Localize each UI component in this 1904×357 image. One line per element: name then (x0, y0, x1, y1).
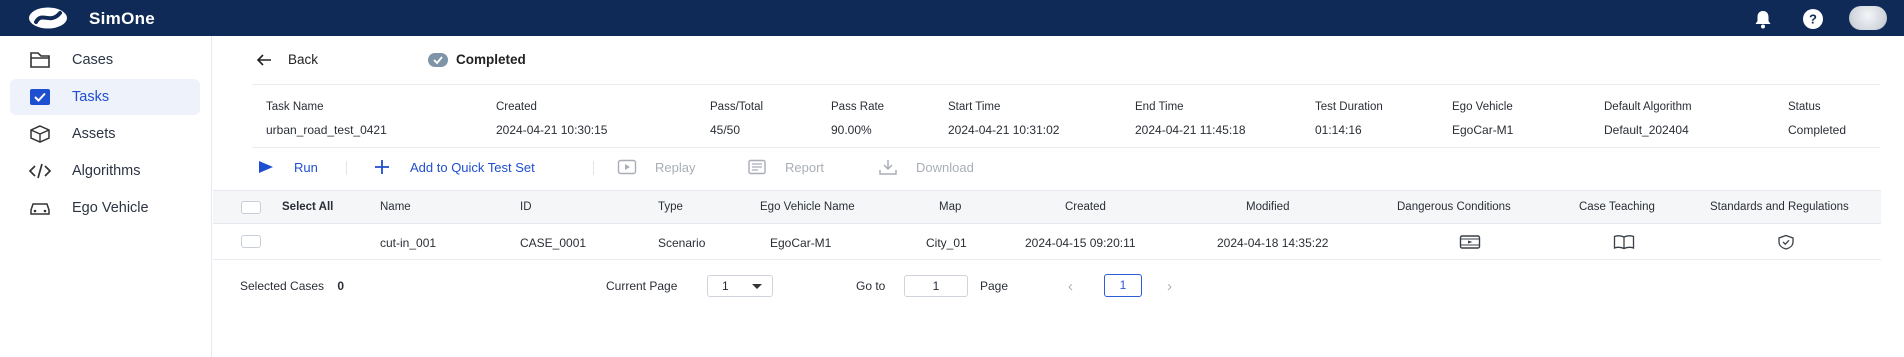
col-name: Name (380, 201, 411, 213)
col-type: Type (658, 201, 683, 213)
col-ego-vehicle-name: Ego Vehicle Name (760, 201, 855, 213)
toolbar-separator (593, 161, 594, 175)
current-page-select[interactable]: 1 (707, 275, 773, 297)
col-id: ID (520, 201, 532, 213)
info-created: Created 2024-04-21 10:30:15 (496, 101, 608, 137)
cell-name: cut-in_001 (380, 236, 437, 250)
cell-modified: 2024-04-18 14:35:22 (1217, 236, 1329, 250)
toolbar-separator (346, 161, 347, 175)
report-button[interactable]: Report (747, 159, 824, 175)
download-icon (879, 160, 897, 175)
info-task-name: Task Name urban_road_test_0421 (266, 101, 387, 137)
selected-count: 0 (337, 279, 345, 293)
info-status: Status Completed (1788, 101, 1847, 137)
plus-icon (375, 160, 389, 174)
info-default-algorithm: Default Algorithm Default_202404 (1604, 101, 1692, 137)
selected-cases: Selected Cases 0 (240, 279, 345, 293)
col-case-teaching: Case Teaching (1579, 201, 1655, 213)
run-button[interactable]: Run (256, 159, 318, 175)
info-pass-rate: Pass Rate 90.00% (831, 101, 885, 137)
sidebar: Cases Tasks Assets Algorithms Ego Vehicl… (0, 36, 212, 357)
back-button[interactable]: Back (256, 52, 318, 67)
user-avatar[interactable] (1849, 6, 1887, 30)
page-label: Page (980, 279, 1009, 293)
back-label: Back (288, 52, 319, 67)
status-label: Completed (456, 52, 526, 67)
sidebar-item-assets[interactable]: Assets (10, 116, 200, 152)
sidebar-item-tasks[interactable]: Tasks (10, 79, 200, 115)
divider (252, 84, 1880, 85)
table-row[interactable]: cut-in_001 CASE_0001 Scenario EgoCar-M1 … (213, 224, 1881, 260)
info-pass-total: Pass/Total 45/50 (710, 101, 764, 137)
folder-icon (30, 52, 50, 68)
simone-logo-icon[interactable] (28, 7, 68, 29)
col-created: Created (1065, 201, 1106, 213)
report-icon (748, 159, 766, 175)
select-all-checkbox[interactable] (241, 201, 261, 214)
col-standards-and-regulations: Standards and Regulations (1710, 201, 1849, 213)
sidebar-item-ego-vehicle[interactable]: Ego Vehicle (10, 190, 200, 226)
sidebar-item-label: Ego Vehicle (72, 200, 149, 216)
sidebar-item-label: Cases (72, 52, 114, 68)
divider (252, 147, 1880, 148)
cell-ego-vehicle: EgoCar-M1 (770, 236, 832, 250)
task-check-icon (30, 89, 50, 105)
replay-icon (617, 159, 637, 175)
sidebar-item-label: Assets (72, 126, 116, 142)
cell-created: 2024-04-15 09:20:11 (1025, 236, 1136, 250)
caret-down-icon (752, 284, 762, 289)
cell-type: Scenario (658, 236, 706, 250)
arrow-left-icon (256, 53, 271, 66)
shield-check-icon[interactable] (1775, 234, 1797, 250)
play-icon (259, 161, 273, 173)
goto-label: Go to (856, 279, 886, 293)
next-page-icon[interactable]: › (1167, 278, 1172, 295)
prev-page-icon[interactable]: ‹ (1068, 278, 1073, 295)
cell-id: CASE_0001 (520, 236, 587, 250)
col-modified: Modified (1246, 201, 1290, 213)
help-icon[interactable]: ? (1802, 8, 1824, 30)
table-header: Select All Name ID Type Ego Vehicle Name… (213, 190, 1881, 224)
check-circle-icon (428, 52, 448, 67)
info-start-time: Start Time 2024-04-21 10:31:02 (948, 101, 1060, 137)
video-clip-icon[interactable] (1459, 234, 1481, 250)
code-icon (28, 163, 52, 179)
cube-icon (30, 125, 50, 143)
page-number-current[interactable]: 1 (1104, 274, 1142, 297)
row-checkbox[interactable] (241, 235, 261, 248)
add-to-quick-test-set-button[interactable]: Add to Quick Test Set (372, 159, 535, 175)
task-status-badge: Completed (428, 52, 526, 67)
col-map: Map (939, 201, 962, 213)
svg-text:?: ? (1809, 12, 1817, 27)
top-bar: SimOne ? (0, 0, 1904, 36)
open-book-icon[interactable] (1613, 234, 1635, 250)
sidebar-item-algorithms[interactable]: Algorithms (10, 153, 200, 189)
goto-page-input[interactable]: 1 (904, 275, 968, 297)
col-select-all: Select All (282, 201, 334, 213)
sidebar-item-cases[interactable]: Cases (10, 42, 200, 78)
replay-button[interactable]: Replay (617, 159, 695, 175)
app-name[interactable]: SimOne (89, 9, 155, 29)
notification-bell-icon[interactable] (1752, 8, 1774, 30)
info-end-time: End Time 2024-04-21 11:45:18 (1135, 101, 1246, 137)
cell-map: City_01 (926, 236, 967, 250)
car-icon (30, 203, 50, 215)
info-test-duration: Test Duration 01:14:16 (1315, 101, 1383, 137)
info-ego-vehicle: Ego Vehicle EgoCar-M1 (1452, 101, 1514, 137)
sidebar-item-label: Tasks (72, 89, 110, 105)
current-page-label: Current Page (606, 279, 678, 293)
col-dangerous-conditions: Dangerous Conditions (1397, 201, 1511, 213)
download-button[interactable]: Download (878, 159, 974, 175)
sidebar-item-label: Algorithms (72, 163, 141, 179)
